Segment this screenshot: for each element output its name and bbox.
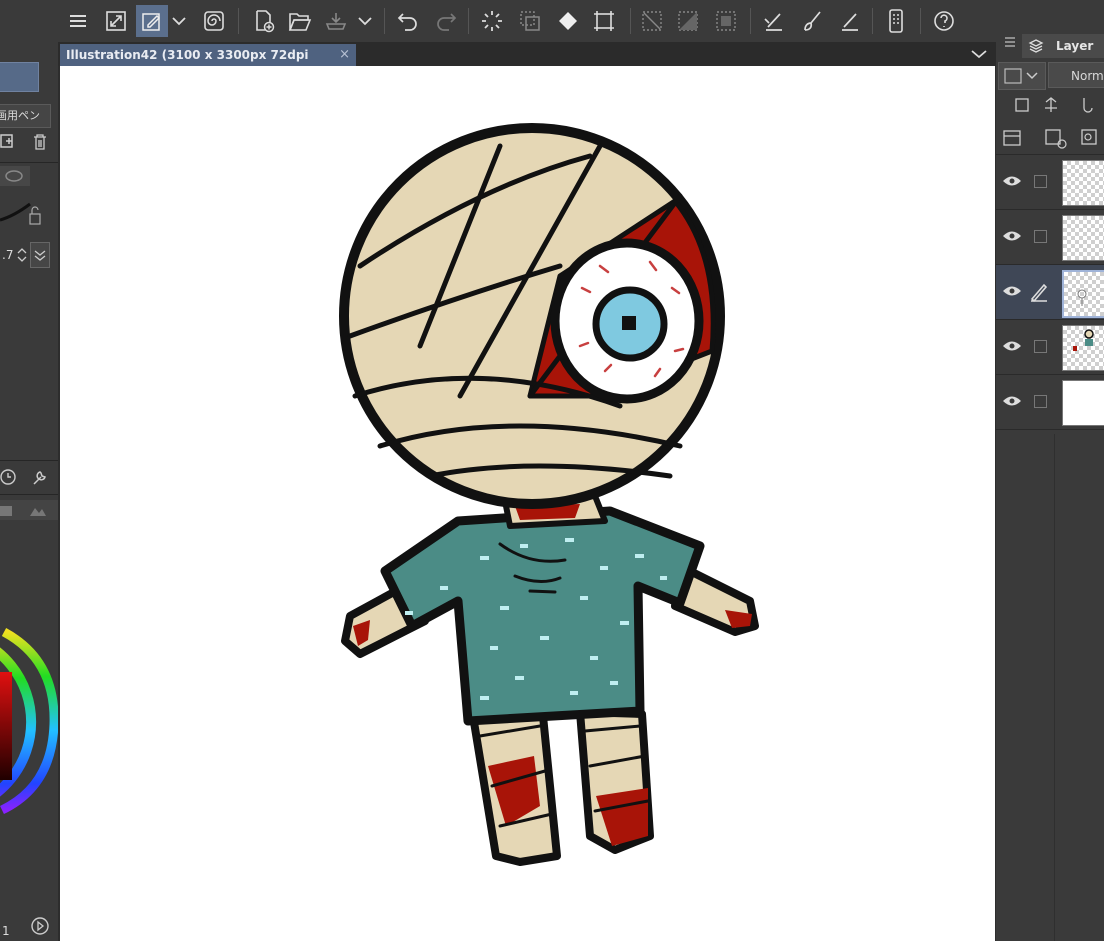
transform-icon[interactable] bbox=[514, 5, 546, 37]
document-tab-bar: Illustration42 (3100 x 3300px 72dpi 96.4… bbox=[58, 42, 996, 84]
redo-icon[interactable] bbox=[430, 5, 462, 37]
brush-stroke-preview bbox=[0, 198, 46, 232]
dropdown-icon[interactable] bbox=[168, 5, 190, 37]
smartphone-icon[interactable] bbox=[880, 5, 912, 37]
layer-checkbox[interactable] bbox=[1034, 395, 1047, 408]
loading-icon[interactable] bbox=[476, 5, 508, 37]
open-folder-icon[interactable] bbox=[284, 5, 316, 37]
save-icon[interactable] bbox=[320, 5, 352, 37]
brush-size-value[interactable]: .7 bbox=[2, 248, 13, 262]
layer-thumbnail bbox=[1062, 270, 1104, 318]
duplicate-brush-icon[interactable] bbox=[0, 133, 16, 151]
eye-icon[interactable] bbox=[1002, 174, 1022, 188]
fill-icon[interactable] bbox=[552, 5, 584, 37]
clock-icon[interactable] bbox=[0, 468, 18, 486]
clear-selection-icon[interactable] bbox=[636, 5, 668, 37]
layer-tools-row-2 bbox=[996, 126, 1104, 150]
crop-icon[interactable] bbox=[588, 5, 620, 37]
layer-thumbnail-paper bbox=[1062, 380, 1104, 426]
drawing-canvas[interactable] bbox=[60, 66, 995, 941]
layer-thumbnail bbox=[1062, 215, 1104, 261]
size-spinner-icon[interactable] bbox=[16, 246, 28, 264]
new-file-icon[interactable] bbox=[248, 5, 280, 37]
left-tool-panel: 画用ペン .7 1 bbox=[0, 0, 58, 941]
select-all-icon[interactable] bbox=[672, 5, 704, 37]
play-icon[interactable] bbox=[30, 916, 50, 936]
spiral-icon[interactable] bbox=[198, 5, 230, 37]
layer-row[interactable] bbox=[996, 155, 1104, 210]
undo-icon[interactable] bbox=[392, 5, 424, 37]
size-expand-icon[interactable] bbox=[30, 242, 50, 268]
layer-panel: Layer Norm bbox=[996, 0, 1104, 941]
layer-row[interactable] bbox=[996, 210, 1104, 265]
ruler-pen-icon[interactable] bbox=[834, 5, 866, 37]
tab-layer[interactable]: Layer bbox=[1022, 34, 1104, 58]
eye-icon[interactable] bbox=[1002, 394, 1022, 408]
layer-tab-label: Layer bbox=[1056, 39, 1094, 53]
delete-brush-icon[interactable] bbox=[32, 133, 48, 151]
layer-thumbnail bbox=[1062, 160, 1104, 206]
layer-checkbox[interactable] bbox=[1034, 175, 1047, 188]
link-icon bbox=[5, 170, 23, 182]
layer-thumbnail bbox=[1062, 325, 1104, 371]
wrench-icon[interactable] bbox=[30, 468, 50, 488]
dropdown-icon[interactable] bbox=[354, 5, 376, 37]
invert-icon[interactable] bbox=[710, 5, 742, 37]
eye-icon[interactable] bbox=[1002, 229, 1022, 243]
color-swatch[interactable] bbox=[0, 62, 39, 92]
top-toolbar bbox=[58, 0, 996, 42]
close-tab-icon[interactable]: × bbox=[339, 44, 350, 66]
edit-mode-icon[interactable] bbox=[136, 5, 168, 37]
eye-icon[interactable] bbox=[1002, 339, 1022, 353]
page-number: 1 bbox=[2, 924, 10, 938]
layer-checkbox[interactable] bbox=[1034, 230, 1047, 243]
layer-row[interactable] bbox=[996, 375, 1104, 430]
panel-subtabs[interactable] bbox=[0, 500, 58, 520]
pen-icon bbox=[1030, 283, 1048, 303]
layer-row[interactable] bbox=[996, 320, 1104, 375]
panel-divider bbox=[1054, 434, 1055, 941]
document-tab[interactable]: Illustration42 (3100 x 3300px 72dpi 96.4… bbox=[60, 44, 356, 84]
eye-icon[interactable] bbox=[1002, 284, 1022, 298]
layer-row-selected[interactable] bbox=[996, 265, 1104, 320]
layers-icon bbox=[1028, 39, 1044, 53]
select-layer-icon bbox=[1015, 98, 1029, 112]
help-icon[interactable] bbox=[928, 5, 960, 37]
blend-mode-select[interactable]: Norm bbox=[1048, 62, 1104, 88]
pen-check-icon[interactable] bbox=[758, 5, 790, 37]
mummy-illustration bbox=[339, 123, 759, 866]
layer-list bbox=[996, 154, 1104, 435]
brush-check-icon[interactable] bbox=[796, 5, 828, 37]
chevron-down-icon[interactable] bbox=[970, 46, 988, 62]
menu-icon[interactable] bbox=[62, 5, 94, 37]
panel-menu-icon[interactable] bbox=[1004, 36, 1016, 48]
tool-subtab[interactable] bbox=[0, 166, 30, 186]
layer-color-select[interactable] bbox=[998, 62, 1046, 90]
layer-checkbox[interactable] bbox=[1034, 340, 1047, 353]
color-wheel[interactable] bbox=[0, 620, 58, 820]
layer-tools-row-1 bbox=[996, 94, 1104, 118]
expand-icon[interactable] bbox=[100, 5, 132, 37]
brush-name-label[interactable]: 画用ペン bbox=[0, 104, 51, 128]
